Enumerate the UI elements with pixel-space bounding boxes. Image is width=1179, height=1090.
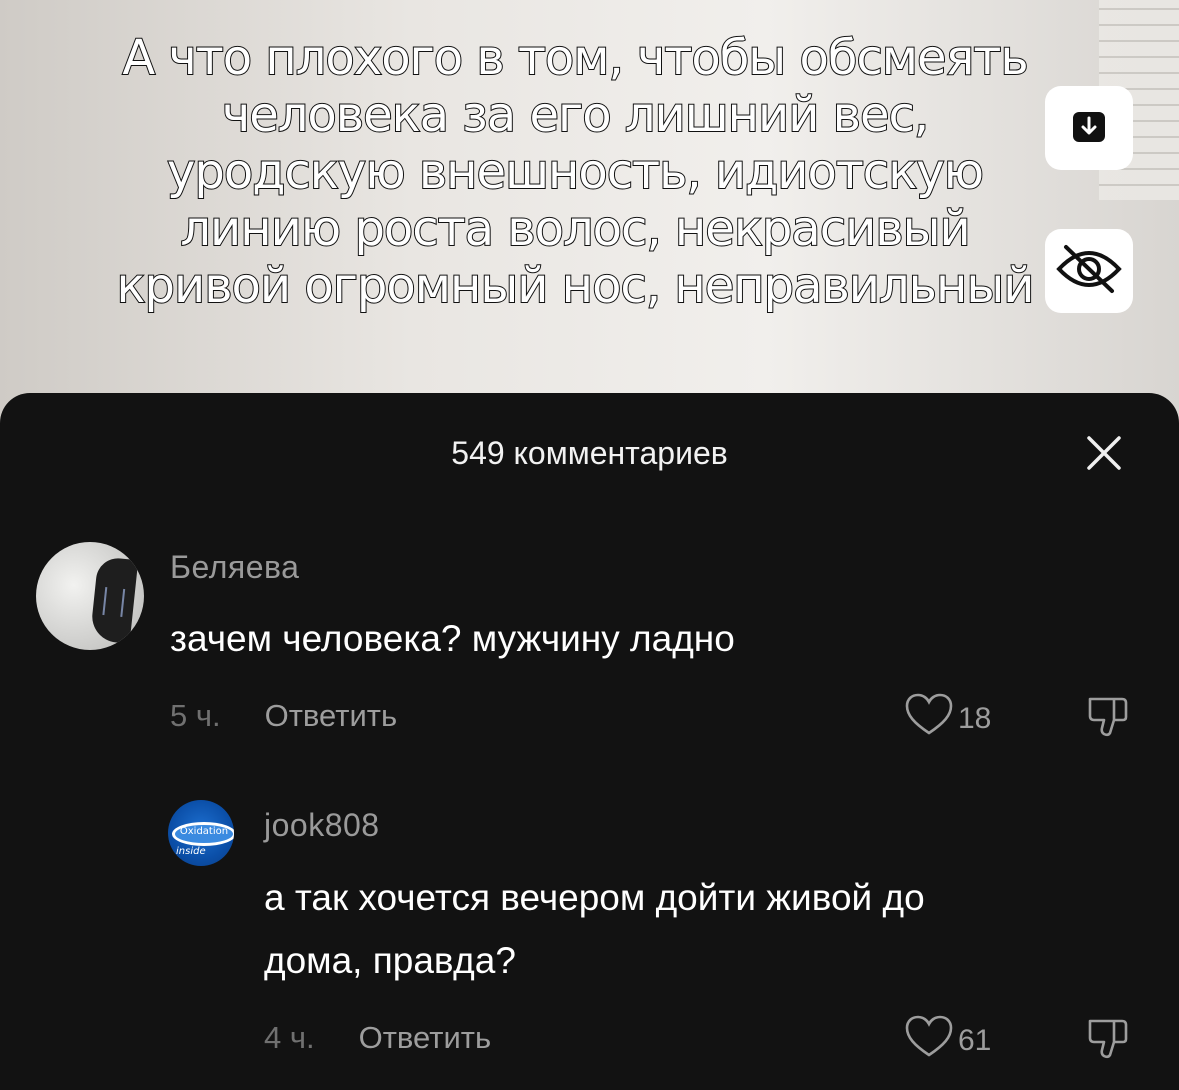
reply-button[interactable]: Ответить [265, 698, 398, 733]
comment-text: зачем человека? мужчину ладно [170, 618, 735, 659]
dislike-button[interactable] [1086, 695, 1130, 742]
like-count: 61 [958, 1024, 992, 1057]
like-button[interactable]: 18 [904, 693, 991, 745]
download-icon [1070, 107, 1108, 150]
comments-sheet: 549 комментариев Беляева зачем человека?… [0, 393, 1179, 1090]
thumbs-down-icon [1086, 1019, 1130, 1063]
avatar-logo-text: Oxidation [179, 826, 229, 837]
close-icon [1084, 433, 1124, 478]
comment-text: а так хочется вечером дойти живой до дом… [264, 866, 925, 992]
caption-line: уродскую внешность, идиотскую [166, 143, 985, 201]
avatar-logo-subtext: inside [176, 846, 206, 857]
caption-line: линию роста волос, некрасивый [179, 200, 971, 258]
reply-button[interactable]: Ответить [359, 1020, 492, 1055]
dislike-button[interactable] [1086, 1017, 1130, 1064]
comment-meta: 5 ч. Ответить [170, 698, 397, 734]
cap-image [89, 556, 139, 644]
download-button[interactable] [1045, 86, 1133, 170]
caption-line: человека за его лишний вес, [221, 86, 930, 144]
heart-icon [904, 1015, 958, 1067]
hide-video-button[interactable] [1045, 229, 1133, 313]
comment-text-line: а так хочется вечером дойти живой до [264, 877, 925, 918]
comment-text-line: дома, правда? [264, 940, 516, 981]
comments-count-title: 549 комментариев [451, 435, 728, 471]
avatar-logo: Oxidation [172, 822, 234, 846]
avatar[interactable]: Oxidation inside [168, 800, 234, 866]
video-background[interactable]: А что плохого в том, чтобы обсмеять чело… [0, 0, 1179, 420]
comment-username[interactable]: jook808 [264, 807, 380, 844]
comment-time: 4 ч. [264, 1020, 315, 1055]
heart-icon [904, 693, 958, 745]
eye-off-icon [1054, 243, 1124, 300]
caption-line: кривой огромный нос, неправильный [116, 257, 1036, 315]
thumbs-down-icon [1086, 697, 1130, 741]
like-count: 18 [958, 702, 992, 735]
close-button[interactable] [1082, 433, 1126, 477]
comment-time: 5 ч. [170, 698, 221, 733]
caption-line: А что плохого в том, чтобы обсмеять [121, 29, 1029, 87]
avatar[interactable] [36, 542, 144, 650]
like-button[interactable]: 61 [904, 1015, 991, 1067]
comment-username[interactable]: Беляева [170, 549, 299, 586]
comment-meta: 4 ч. Ответить [264, 1020, 491, 1056]
video-caption: А что плохого в том, чтобы обсмеять чело… [20, 29, 1130, 315]
